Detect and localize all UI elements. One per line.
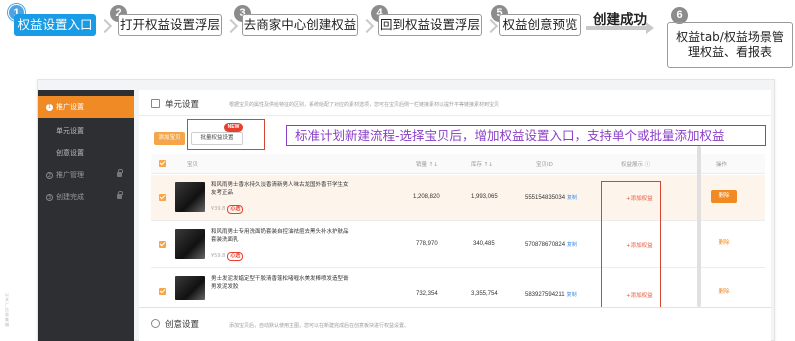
item-id-value: 555154835034 (525, 195, 566, 201)
creative-section-hint: 添加宝贝后，自动默认使用主图，您可以在新建完成后在创意板块进行权益设置。 (229, 323, 410, 329)
sidebar-item-label: 推广设置 (56, 103, 84, 111)
sidebar-item-creation-complete[interactable]: 3 创建完成 (38, 186, 134, 208)
step-3-box: 去商家中心创建权益 (242, 14, 358, 36)
item-id: 583927594211 复制 (525, 291, 577, 298)
sales-value: 778,970 (416, 241, 438, 247)
main-content: 单元设置 根据宝贝的属性及供给特征的区别，系统给配了对应的素材选项，您可在宝贝后… (139, 90, 771, 341)
stock-value: 3,355,754 (471, 291, 498, 297)
sales-value: 732,354 (416, 291, 438, 297)
document-icon (151, 99, 160, 108)
promo-tag: 心选 (227, 252, 244, 261)
scrollbar[interactable] (697, 146, 701, 307)
sidebar-item-label: 推广管理 (56, 171, 84, 179)
step-arrow-icon (97, 18, 113, 34)
step-5-box: 权益创意预览 (499, 14, 581, 36)
copy-link[interactable]: 复制 (567, 292, 577, 298)
sidebar-item-promotion-settings[interactable]: 1 推广设置 (38, 96, 134, 118)
product-thumbnail (175, 182, 205, 212)
step-4-box: 回到权益设置浮层 (378, 14, 482, 36)
th-stock[interactable]: 库存 ↑↓ (471, 160, 493, 168)
th-rights: 权益展示 ⓘ (621, 162, 651, 168)
item-id: 570878670824 复制 (525, 241, 577, 248)
step-6-line-2: 理权益、看报表 (687, 45, 772, 59)
row-checkbox[interactable] (159, 288, 166, 295)
sidebar-item-creative-settings[interactable]: 创意设置 (38, 142, 134, 164)
th-item-id: 宝贝ID (536, 162, 553, 168)
sidebar-item-label: 创意设置 (56, 149, 84, 157)
copy-link[interactable]: 复制 (567, 195, 577, 201)
select-all-checkbox[interactable] (159, 160, 166, 167)
delete-button[interactable]: 删除 (711, 286, 737, 299)
table-row: 和风雨男士专用洗面奶套装自控油祛痘去黑头补水护肤品套装洗面乳 ¥59.8 心选 7… (151, 222, 765, 268)
product-thumbnail (175, 276, 205, 300)
lock-icon (117, 191, 123, 199)
add-product-button[interactable]: 添加宝贝 (154, 132, 185, 145)
lock-icon (117, 169, 123, 177)
page: 1 权益设置入口 2 打开权益设置浮层 3 去商家中心创建权益 4 回到权益设置… (0, 0, 795, 341)
th-sales[interactable]: 销量 ↑↓ (416, 160, 438, 168)
product-price: ¥59.8 心选 (211, 252, 244, 261)
step-circle-icon: 3 (46, 193, 53, 201)
th-action: 操作 (716, 162, 728, 168)
sidebar-item-label: 单元设置 (56, 127, 84, 135)
unit-section-hint: 根据宝贝的属性及供给特征的区别，系统给配了对应的素材选项，您可在宝贝后侧一栏链接… (229, 102, 500, 108)
bulb-icon (151, 319, 160, 328)
product-title[interactable]: 和风雨男士香水持久淡香清新男人味古龙国外香节学生女友考正品 (211, 181, 351, 197)
step-6-box: 权益tab/权益场景管 理权益、看报表 (667, 22, 793, 68)
item-id-value: 570878670824 (525, 242, 566, 248)
product-title[interactable]: 男士发泥发蜡定型干胶清香蓬松啫喱水美发棒喷发造型膏男发泥发胶 (211, 275, 351, 291)
success-label: 创建成功 (593, 12, 647, 28)
step-arrow-icon (359, 18, 375, 34)
item-id-value: 583927594211 (525, 292, 565, 298)
highlight-frame (187, 119, 265, 150)
product-price: ¥39.8 心选 (211, 205, 244, 214)
row-checkbox[interactable] (159, 194, 166, 201)
rights-highlight-frame (601, 181, 661, 308)
delete-button[interactable]: 删除 (711, 190, 737, 203)
sidebar: 1 推广设置 单元设置 创意设置 2 推广管理 3 创建完成 (38, 90, 134, 341)
product-thumbnail (175, 229, 205, 259)
creative-section-header: 创意设置 (151, 318, 199, 330)
sidebar-item-promotion-management[interactable]: 2 推广管理 (38, 164, 134, 186)
th-product: 宝贝 (187, 162, 199, 168)
stock-value: 340,485 (473, 241, 495, 247)
stock-value: 1,993,065 (471, 194, 498, 200)
step-circle-icon: 2 (46, 171, 53, 179)
unit-section-title: 单元设置 (165, 100, 200, 110)
step-arrow-icon (223, 18, 239, 34)
item-id: 555154835034 复制 (525, 194, 577, 201)
table-header: 宝贝 销量 ↑↓ 库存 ↑↓ 宝贝ID 权益展示 ⓘ 操作 (151, 154, 765, 174)
side-note: 以 关 广 告 收 集 编 (5, 292, 9, 327)
delete-button[interactable]: 删除 (711, 237, 737, 250)
creative-section-title: 创意设置 (165, 320, 200, 330)
divider (139, 307, 771, 308)
sidebar-item-label: 创建完成 (56, 193, 84, 201)
promo-tag: 心选 (227, 205, 244, 214)
price-value: ¥39.8 (211, 206, 226, 212)
success-arrow-icon (586, 22, 654, 34)
step-1-box: 权益设置入口 (14, 14, 96, 36)
sales-value: 1,208,820 (413, 194, 440, 200)
row-checkbox[interactable] (159, 241, 166, 248)
divider (139, 115, 771, 116)
table-row: 和风雨男士香水持久淡香清新男人味古龙国外香节学生女友考正品 ¥39.8 心选 1,… (151, 175, 765, 221)
annotation-callout: 标准计划新建流程-选择宝贝后，增加权益设置入口，支持单个或批量添加权益 (286, 125, 766, 146)
step-2-box: 打开权益设置浮层 (118, 14, 222, 36)
step-6-line-1: 权益tab/权益场景管 (676, 30, 784, 44)
step-dot-icon: 1 (46, 103, 53, 111)
sidebar-item-unit-settings[interactable]: 单元设置 (38, 120, 134, 142)
copy-link[interactable]: 复制 (567, 242, 577, 248)
table-row: 男士发泥发蜡定型干胶清香蓬松啫喱水美发棒喷发造型膏男发泥发胶 732,354 3… (151, 269, 765, 305)
unit-section-header: 单元设置 (151, 98, 199, 110)
product-title[interactable]: 和风雨男士专用洗面奶套装自控油祛痘去黑头补水护肤品套装洗面乳 (211, 228, 351, 244)
price-value: ¥59.8 (211, 253, 226, 259)
app-window: 1 推广设置 单元设置 创意设置 2 推广管理 3 创建完成 单元设置 根据宝贝的属性… (37, 79, 775, 341)
